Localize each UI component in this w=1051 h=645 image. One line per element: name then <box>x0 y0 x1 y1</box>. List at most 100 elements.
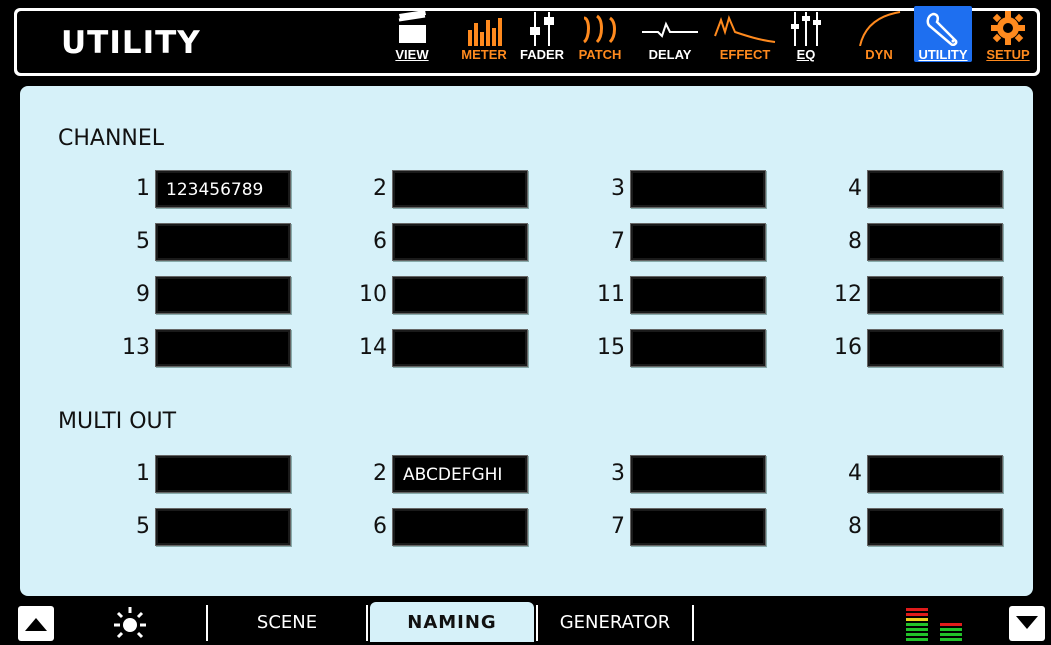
slot-number: 8 <box>848 514 862 539</box>
nav-utility-button[interactable]: UTILITY <box>914 6 972 62</box>
nav-eq-button[interactable]: EQ <box>786 6 826 62</box>
slot-name-field[interactable] <box>867 329 1003 367</box>
nav-meter-button[interactable]: METER <box>458 6 510 62</box>
slot-number: 3 <box>611 176 625 201</box>
brightness-icon <box>114 607 146 639</box>
slot-number: 12 <box>834 282 862 307</box>
tab-separator <box>206 605 208 641</box>
nav-eq-label: EQ <box>796 47 816 62</box>
name-slot: 6 <box>298 223 528 263</box>
slot-name-field[interactable] <box>392 170 528 208</box>
effect-wave-icon <box>714 15 776 43</box>
slot-number: 2 <box>373 176 387 201</box>
name-slot: 14 <box>298 329 528 369</box>
slot-name-field[interactable] <box>867 170 1003 208</box>
slot-name-field[interactable] <box>392 223 528 261</box>
tab-separator <box>536 605 538 641</box>
fader-icon <box>530 12 554 46</box>
slot-number: 4 <box>848 176 862 201</box>
name-slot: 3 <box>536 170 766 210</box>
name-slot: 7 <box>536 508 766 548</box>
name-slot: 16 <box>773 329 1003 369</box>
slot-number: 8 <box>848 229 862 254</box>
tab-generator[interactable]: GENERATOR <box>540 602 690 642</box>
name-slot: 5 <box>61 508 291 548</box>
tab-separator <box>366 605 368 641</box>
name-slot: 4 <box>773 455 1003 495</box>
nav-fader-button[interactable]: FADER <box>517 6 567 62</box>
slot-name-field[interactable] <box>630 276 766 314</box>
gear-icon <box>991 11 1025 45</box>
slot-number: 13 <box>122 335 150 360</box>
nav-effect-button[interactable]: EFFECT <box>708 6 782 62</box>
nav-setup-label: SETUP <box>986 47 1030 62</box>
nav-utility-label: UTILITY <box>918 47 968 62</box>
scroll-up-button[interactable] <box>18 606 54 641</box>
slot-number: 4 <box>848 461 862 486</box>
slot-name-field[interactable] <box>867 455 1003 493</box>
slot-name-field[interactable] <box>155 223 291 261</box>
slot-number: 2 <box>373 461 387 486</box>
slot-name-field[interactable] <box>155 455 291 493</box>
slot-number: 11 <box>597 282 625 307</box>
slot-name-field[interactable]: ABCDEFGHI <box>392 455 528 493</box>
slot-number: 7 <box>611 229 625 254</box>
slot-name-field[interactable] <box>155 329 291 367</box>
slot-name-field[interactable] <box>155 508 291 546</box>
slot-name-field[interactable] <box>392 508 528 546</box>
nav-patch-label: PATCH <box>578 47 622 62</box>
down-arrow-icon <box>1016 616 1038 629</box>
slot-name-field[interactable] <box>630 455 766 493</box>
name-slot: 11 <box>536 276 766 316</box>
eq-sliders-icon <box>791 12 821 46</box>
slot-name-field[interactable] <box>630 508 766 546</box>
slot-number: 1 <box>136 461 150 486</box>
slot-number: 6 <box>373 229 387 254</box>
name-slot: 5 <box>61 223 291 263</box>
nav-delay-button[interactable]: DELAY <box>635 6 705 62</box>
slot-number: 6 <box>373 514 387 539</box>
nav-delay-label: DELAY <box>648 47 692 62</box>
meter-bars-icon <box>468 18 502 46</box>
tab-scene[interactable]: SCENE <box>212 602 362 642</box>
channel-section-title: CHANNEL <box>58 126 165 151</box>
slot-name-field[interactable]: 123456789 <box>155 170 291 208</box>
page-title: UTILITY <box>61 25 201 61</box>
name-slot: 1 <box>61 455 291 495</box>
nav-dyn-label: DYN <box>865 47 893 62</box>
nav-meter-label: METER <box>461 47 507 62</box>
slot-name-field[interactable] <box>392 276 528 314</box>
up-arrow-icon <box>25 618 47 631</box>
slot-name-field[interactable] <box>630 329 766 367</box>
slot-name-field[interactable] <box>630 223 766 261</box>
slot-number: 3 <box>611 461 625 486</box>
brightness-button[interactable] <box>105 603 155 641</box>
slot-name-field[interactable] <box>867 223 1003 261</box>
naming-panel: CHANNEL 1 123456789 2 3 4 5 6 7 8 9 10 11 12 13 14 15 16… <box>20 86 1033 596</box>
nav-view-label: VIEW <box>395 47 429 62</box>
nav-dyn-button[interactable]: DYN <box>852 6 906 62</box>
slot-number: 10 <box>359 282 387 307</box>
slot-name-field[interactable] <box>155 276 291 314</box>
nav-view-button[interactable]: VIEW <box>392 6 432 62</box>
name-slot: 10 <box>298 276 528 316</box>
slot-name-field[interactable] <box>867 508 1003 546</box>
slot-name-field[interactable] <box>630 170 766 208</box>
name-slot: 7 <box>536 223 766 263</box>
patch-icon <box>582 14 616 44</box>
nav-setup-button[interactable]: SETUP <box>980 6 1036 62</box>
level-meter-icon <box>906 608 962 641</box>
slot-number: 14 <box>359 335 387 360</box>
name-slot: 8 <box>773 508 1003 548</box>
scroll-down-button[interactable] <box>1009 606 1045 641</box>
slot-number: 15 <box>597 335 625 360</box>
tab-naming[interactable]: NAMING <box>370 602 534 642</box>
slot-name-field[interactable] <box>392 329 528 367</box>
slot-number: 9 <box>136 282 150 307</box>
nav-fader-label: FADER <box>519 47 565 62</box>
name-slot: 9 <box>61 276 291 316</box>
slot-name-field[interactable] <box>867 276 1003 314</box>
nav-patch-button[interactable]: PATCH <box>571 6 629 62</box>
name-slot: 2 ABCDEFGHI <box>298 455 528 495</box>
name-slot: 12 <box>773 276 1003 316</box>
